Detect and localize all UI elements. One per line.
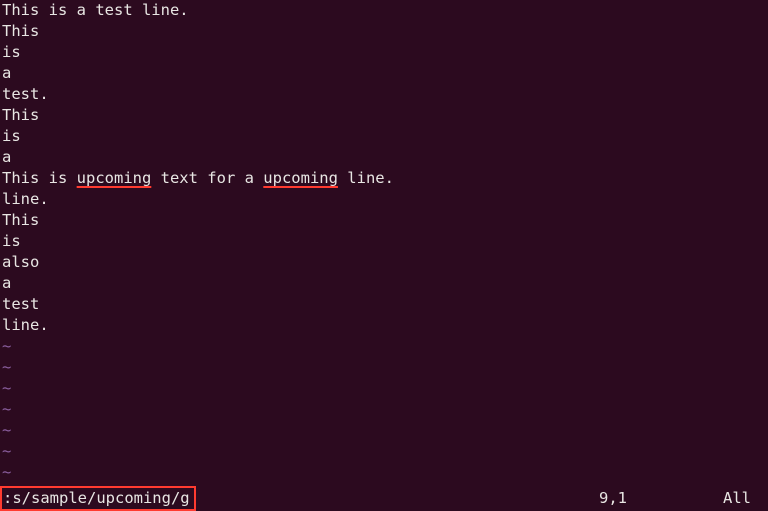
- buffer-line: This: [2, 210, 768, 231]
- buffer-line: This: [2, 21, 768, 42]
- text-segment: ~: [2, 421, 11, 439]
- text-segment: is: [2, 232, 21, 250]
- text-segment: ~: [2, 379, 11, 397]
- buffer-line: is: [2, 231, 768, 252]
- text-segment: This: [2, 211, 39, 229]
- text-segment: ~: [2, 337, 11, 355]
- text-segment: line.: [2, 316, 49, 334]
- text-segment: This: [2, 106, 39, 124]
- text-segment: ~: [2, 442, 11, 460]
- buffer-line: This is upcoming text for a upcoming lin…: [2, 168, 768, 189]
- empty-line-tilde: ~: [2, 462, 768, 483]
- text-segment: a: [2, 64, 11, 82]
- substituted-word: upcoming: [263, 169, 338, 187]
- buffer-line: line.: [2, 189, 768, 210]
- text-segment: ~: [2, 400, 11, 418]
- text-segment: This: [2, 22, 39, 40]
- text-segment: test.: [2, 85, 49, 103]
- cursor-position: 9,1: [599, 488, 627, 509]
- text-segment: test: [2, 295, 39, 313]
- buffer-line: test: [2, 294, 768, 315]
- substituted-word: upcoming: [77, 169, 152, 187]
- empty-line-tilde: ~: [2, 399, 768, 420]
- text-segment: also: [2, 253, 39, 271]
- buffer-line: a: [2, 63, 768, 84]
- buffer-line: is: [2, 126, 768, 147]
- empty-line-tilde: ~: [2, 336, 768, 357]
- text-segment: line.: [338, 169, 394, 187]
- text-segment: This is: [2, 169, 77, 187]
- empty-line-tilde: ~: [2, 357, 768, 378]
- text-segment: is: [2, 43, 21, 61]
- buffer-line: a: [2, 147, 768, 168]
- buffer-line: a: [2, 273, 768, 294]
- text-segment: text for a: [151, 169, 263, 187]
- text-segment: a: [2, 274, 11, 292]
- empty-line-tilde: ~: [2, 378, 768, 399]
- text-segment: is: [2, 127, 21, 145]
- editor-buffer[interactable]: This is a test line.Thisisatest.ThisisaT…: [2, 0, 768, 483]
- scroll-percent: All: [723, 488, 751, 509]
- text-segment: ~: [2, 463, 11, 481]
- command-line[interactable]: :s/sample/upcoming/g: [0, 486, 196, 511]
- text-segment: line.: [2, 190, 49, 208]
- text-segment: a: [2, 148, 11, 166]
- buffer-line: line.: [2, 315, 768, 336]
- empty-line-tilde: ~: [2, 420, 768, 441]
- buffer-line: also: [2, 252, 768, 273]
- empty-line-tilde: ~: [2, 441, 768, 462]
- text-segment: ~: [2, 358, 11, 376]
- text-segment: This is a test line.: [2, 1, 189, 19]
- buffer-line: This: [2, 105, 768, 126]
- buffer-line: test.: [2, 84, 768, 105]
- status-bar: :s/sample/upcoming/g 9,1 All: [0, 485, 768, 511]
- buffer-line: This is a test line.: [2, 0, 768, 21]
- buffer-line: is: [2, 42, 768, 63]
